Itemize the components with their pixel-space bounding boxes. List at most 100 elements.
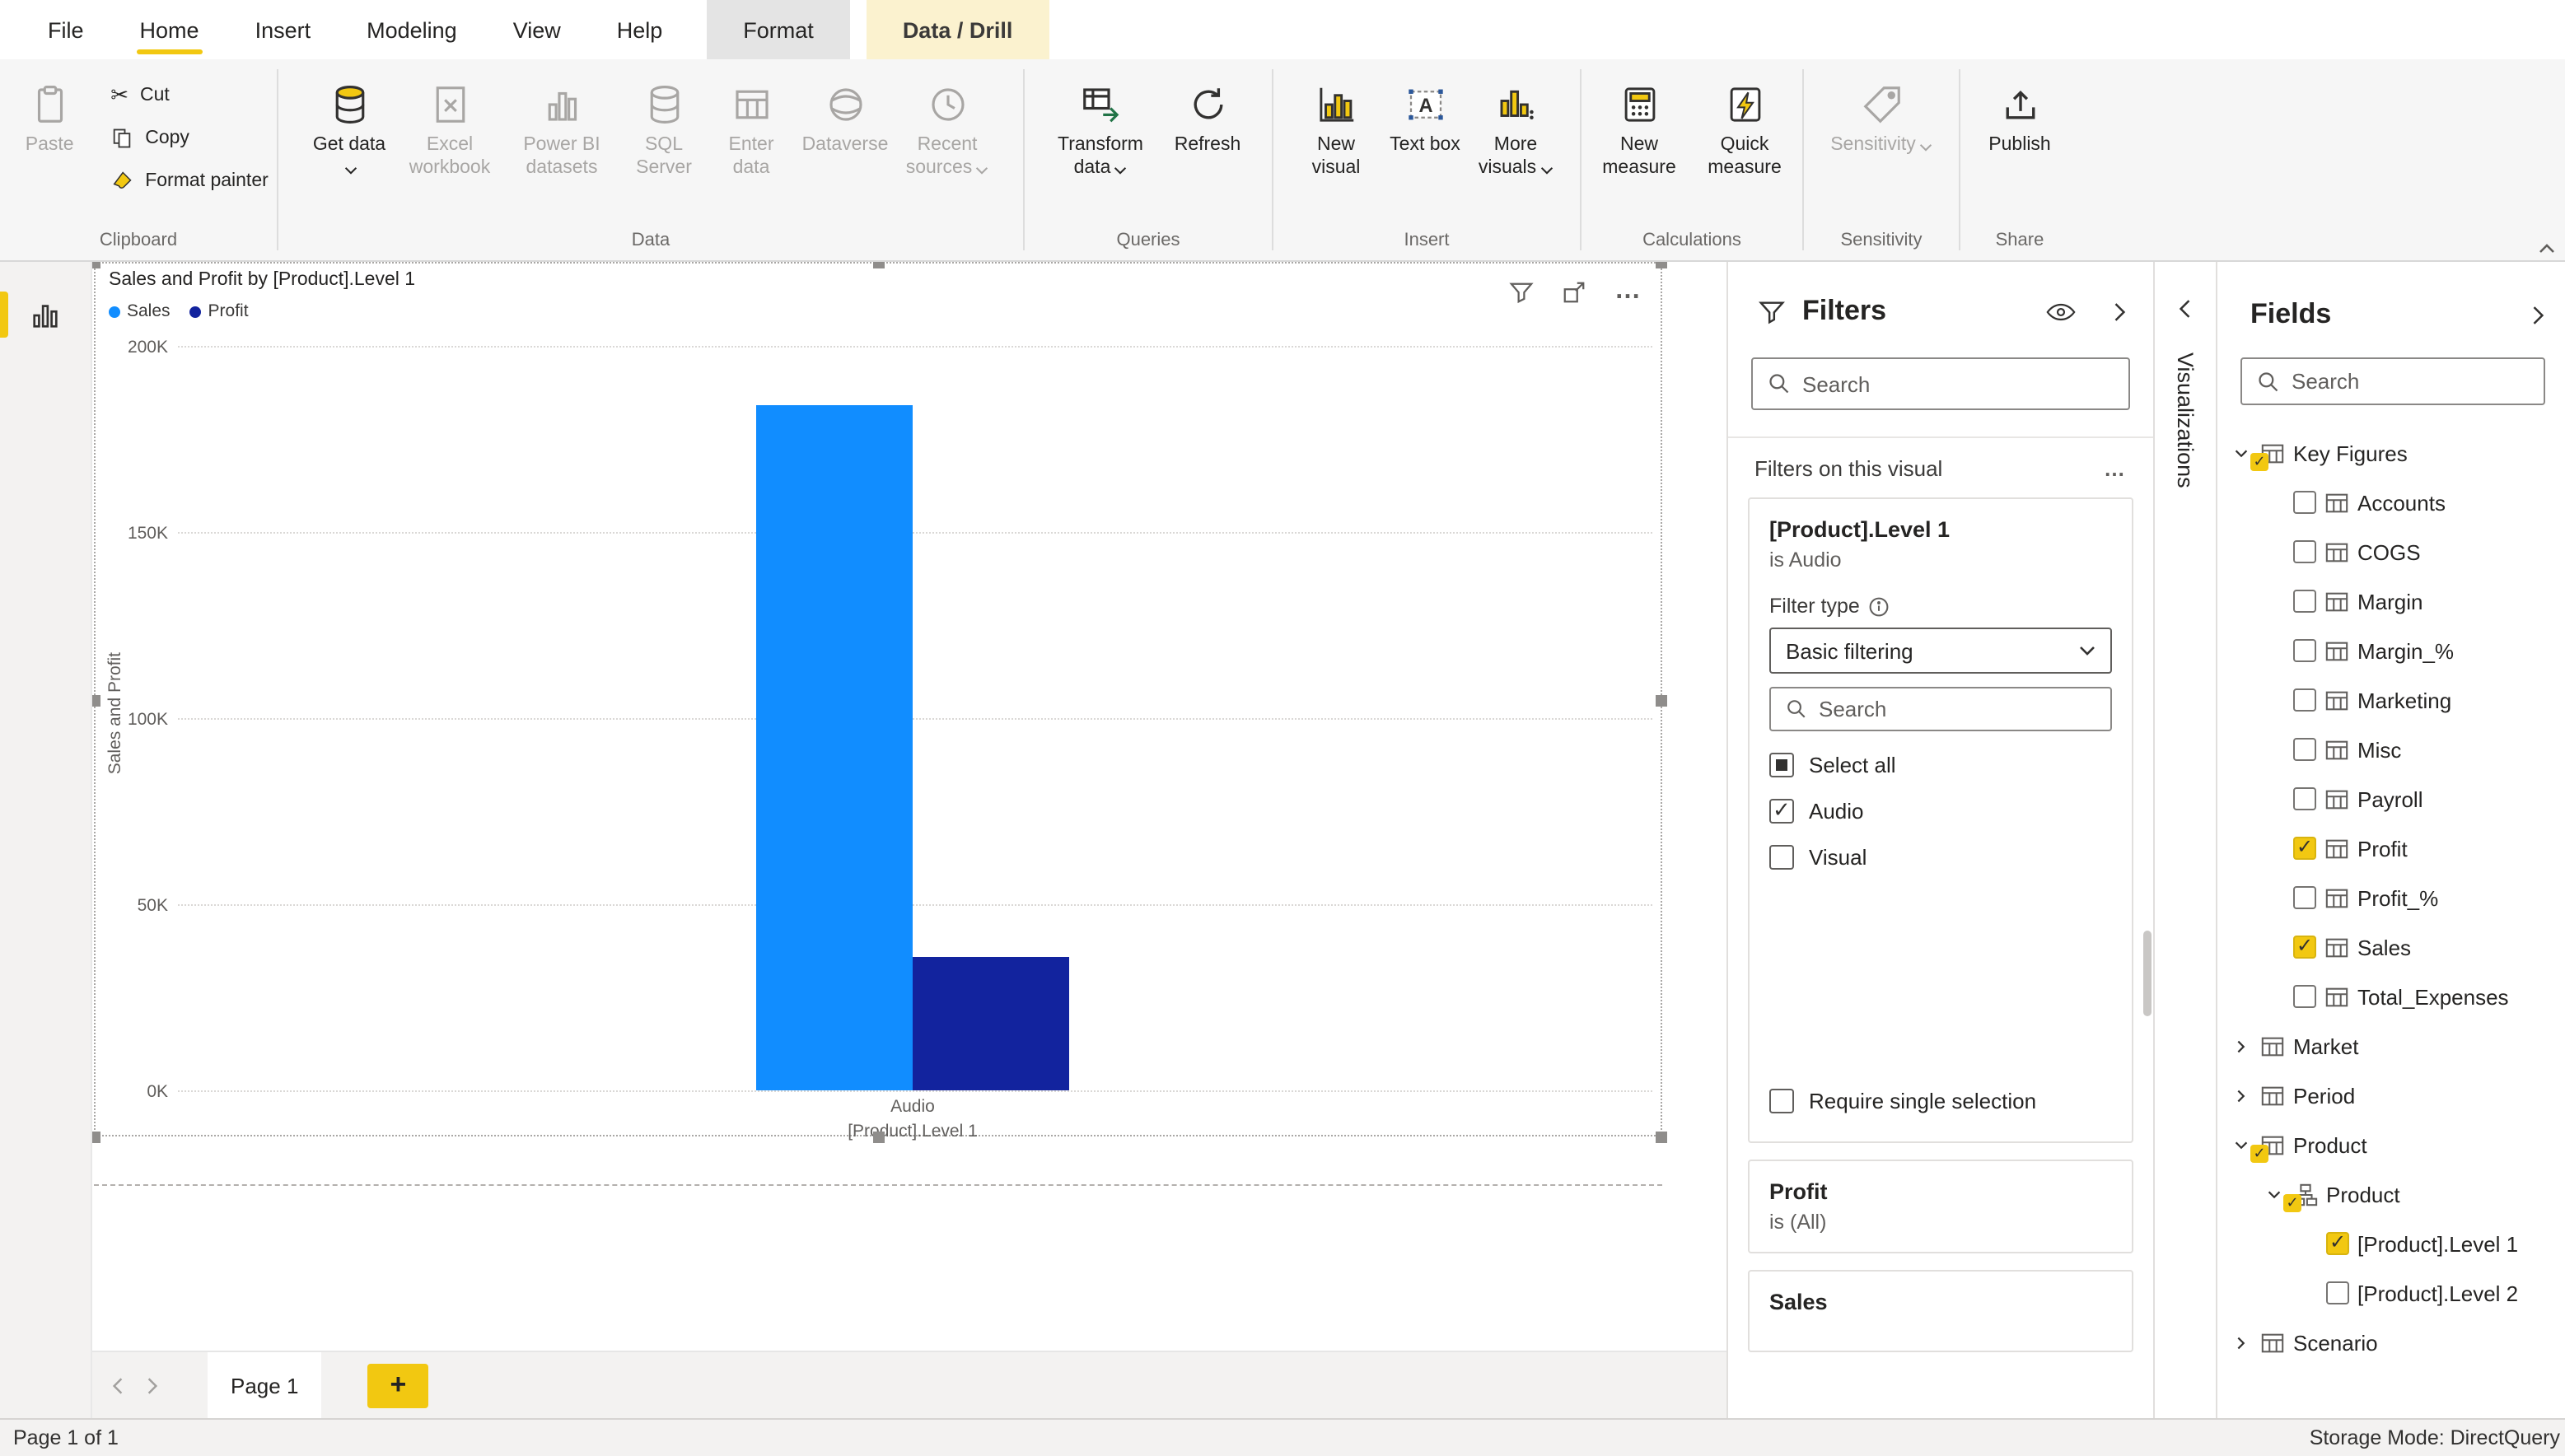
field-chevron-icon[interactable] bbox=[2231, 1332, 2252, 1353]
field-row[interactable]: ✓ Period bbox=[2217, 1071, 2565, 1120]
more-visuals-button[interactable]: More visuals bbox=[1468, 68, 1563, 186]
more-options-icon[interactable]: … bbox=[1614, 277, 1644, 306]
field-row[interactable]: ✓ Payroll bbox=[2217, 774, 2565, 824]
expand-visualizations-icon[interactable] bbox=[2178, 298, 2193, 320]
field-row[interactable]: ✓ Misc bbox=[2217, 725, 2565, 774]
filter-value-checkbox[interactable] bbox=[1769, 844, 1794, 869]
page-tab[interactable]: Page 1 bbox=[208, 1351, 321, 1419]
field-checkbox[interactable] bbox=[2293, 837, 2316, 860]
quick-measure-button[interactable]: Quick measure bbox=[1694, 68, 1796, 186]
menu-file[interactable]: File bbox=[20, 0, 112, 59]
resize-handle[interactable] bbox=[92, 1132, 100, 1143]
field-checkbox[interactable] bbox=[2293, 985, 2316, 1008]
next-page-icon[interactable] bbox=[147, 1376, 158, 1394]
fields-search-input[interactable] bbox=[2292, 369, 2529, 394]
resize-handle[interactable] bbox=[92, 695, 100, 707]
format-painter-button[interactable]: Format painter bbox=[102, 163, 277, 198]
focus-mode-icon[interactable] bbox=[1562, 279, 1586, 304]
visual-filter-icon[interactable] bbox=[1509, 279, 1534, 304]
require-single-selection-checkbox[interactable] bbox=[1769, 1088, 1794, 1113]
resize-handle[interactable] bbox=[1656, 262, 1667, 268]
field-chevron-icon[interactable] bbox=[2231, 1085, 2252, 1106]
cut-button[interactable]: ✂ Cut bbox=[102, 77, 277, 112]
new-page-button[interactable]: + bbox=[367, 1363, 428, 1407]
filters-search[interactable] bbox=[1751, 357, 2130, 410]
section-more-options-icon[interactable]: … bbox=[2104, 456, 2127, 481]
field-checkbox[interactable] bbox=[2293, 688, 2316, 712]
report-canvas[interactable]: Sales and Profit by [Product].Level 1 Sa… bbox=[92, 262, 1726, 1351]
field-row[interactable]: ✓ [Product].Level 2 bbox=[2217, 1268, 2565, 1318]
field-checkbox[interactable] bbox=[2293, 787, 2316, 810]
field-row[interactable]: ✓ [Product].Level 1 bbox=[2217, 1219, 2565, 1268]
power-bi-datasets-button[interactable]: Power BI datasets bbox=[506, 68, 618, 186]
field-row[interactable]: ✓ Margin bbox=[2217, 576, 2565, 626]
bar-chart-visual[interactable]: Sales and Profit by [Product].Level 1 Sa… bbox=[94, 262, 1662, 1136]
filter-value-row[interactable]: Select all bbox=[1769, 741, 2112, 787]
field-row[interactable]: ✓ Product bbox=[2217, 1120, 2565, 1169]
collapse-fields-icon[interactable] bbox=[2530, 304, 2545, 325]
field-row[interactable]: ✓ Sales bbox=[2217, 922, 2565, 972]
field-checkbox[interactable] bbox=[2293, 639, 2316, 662]
menu-help[interactable]: Help bbox=[589, 0, 691, 59]
field-row[interactable]: ✓ Accounts bbox=[2217, 478, 2565, 527]
chart-bar[interactable] bbox=[756, 405, 913, 1090]
transform-data-button[interactable]: Transform data bbox=[1043, 68, 1158, 186]
menu-modeling[interactable]: Modeling bbox=[339, 0, 485, 59]
field-chevron-icon[interactable] bbox=[2231, 442, 2252, 464]
field-checkbox[interactable] bbox=[2326, 1232, 2349, 1255]
filters-scrollbar[interactable] bbox=[2143, 931, 2152, 1016]
info-icon[interactable] bbox=[1868, 595, 1890, 617]
field-checkbox[interactable] bbox=[2293, 886, 2316, 909]
field-row[interactable]: ✓ Profit bbox=[2217, 824, 2565, 873]
new-measure-button[interactable]: New measure bbox=[1588, 68, 1690, 186]
filter-value-row[interactable]: Visual bbox=[1769, 833, 2112, 880]
field-row[interactable]: ✓ Market bbox=[2217, 1021, 2565, 1071]
recent-sources-button[interactable]: Recent sources bbox=[898, 68, 997, 186]
dataverse-button[interactable]: Dataverse bbox=[796, 68, 895, 163]
require-single-selection-row[interactable]: Require single selection bbox=[1769, 1077, 2112, 1123]
collapse-filters-icon[interactable] bbox=[2112, 301, 2127, 322]
excel-workbook-button[interactable]: Excel workbook bbox=[397, 68, 502, 186]
field-row[interactable]: ✓ Margin_% bbox=[2217, 626, 2565, 675]
filter-value-checkbox[interactable] bbox=[1769, 752, 1794, 777]
field-row[interactable]: ✓ Product bbox=[2217, 1169, 2565, 1219]
resize-handle[interactable] bbox=[92, 262, 100, 268]
menu-view[interactable]: View bbox=[485, 0, 589, 59]
sensitivity-button[interactable]: Sensitivity bbox=[1822, 68, 1941, 163]
enter-data-button[interactable]: Enter data bbox=[710, 68, 792, 186]
filter-card-search-input[interactable] bbox=[1819, 697, 2095, 721]
field-checkbox[interactable] bbox=[2293, 738, 2316, 761]
field-row[interactable]: ✓ Marketing bbox=[2217, 675, 2565, 725]
resize-handle[interactable] bbox=[1656, 1132, 1667, 1143]
new-visual-button[interactable]: New visual bbox=[1290, 68, 1382, 186]
filter-value-row[interactable]: Audio bbox=[1769, 787, 2112, 833]
field-checkbox[interactable] bbox=[2293, 590, 2316, 613]
fields-search[interactable] bbox=[2240, 357, 2545, 405]
eye-icon[interactable] bbox=[2046, 302, 2076, 320]
paste-button[interactable]: Paste bbox=[0, 68, 99, 163]
refresh-button[interactable]: Refresh bbox=[1161, 68, 1254, 163]
publish-button[interactable]: Publish bbox=[1974, 68, 2066, 163]
resize-handle[interactable] bbox=[873, 1132, 885, 1143]
get-data-button[interactable]: Get data bbox=[305, 68, 394, 186]
report-view-button[interactable] bbox=[0, 282, 91, 348]
resize-handle[interactable] bbox=[873, 262, 885, 268]
sql-server-button[interactable]: SQL Server bbox=[621, 68, 707, 186]
field-row[interactable]: ✓ Profit_% bbox=[2217, 873, 2565, 922]
filters-search-input[interactable] bbox=[1802, 371, 2114, 396]
copy-button[interactable]: Copy bbox=[102, 120, 277, 155]
field-checkbox[interactable] bbox=[2326, 1281, 2349, 1304]
field-checkbox[interactable] bbox=[2293, 936, 2316, 959]
menu-insert[interactable]: Insert bbox=[227, 0, 339, 59]
field-row[interactable]: ✓ Scenario bbox=[2217, 1318, 2565, 1367]
resize-handle[interactable] bbox=[1656, 695, 1667, 707]
menu-home[interactable]: Home bbox=[112, 0, 227, 59]
field-checkbox[interactable] bbox=[2293, 540, 2316, 563]
field-chevron-icon[interactable] bbox=[2231, 1035, 2252, 1057]
field-chevron-icon[interactable] bbox=[2231, 1134, 2252, 1155]
field-chevron-icon[interactable] bbox=[2264, 1183, 2285, 1205]
filter-card-profit[interactable]: Profit is (All) bbox=[1748, 1160, 2133, 1253]
prev-page-icon[interactable] bbox=[112, 1376, 124, 1394]
field-row[interactable]: ✓ COGS bbox=[2217, 527, 2565, 576]
visualizations-pane-collapsed[interactable]: Visualizations bbox=[2155, 262, 2217, 1418]
